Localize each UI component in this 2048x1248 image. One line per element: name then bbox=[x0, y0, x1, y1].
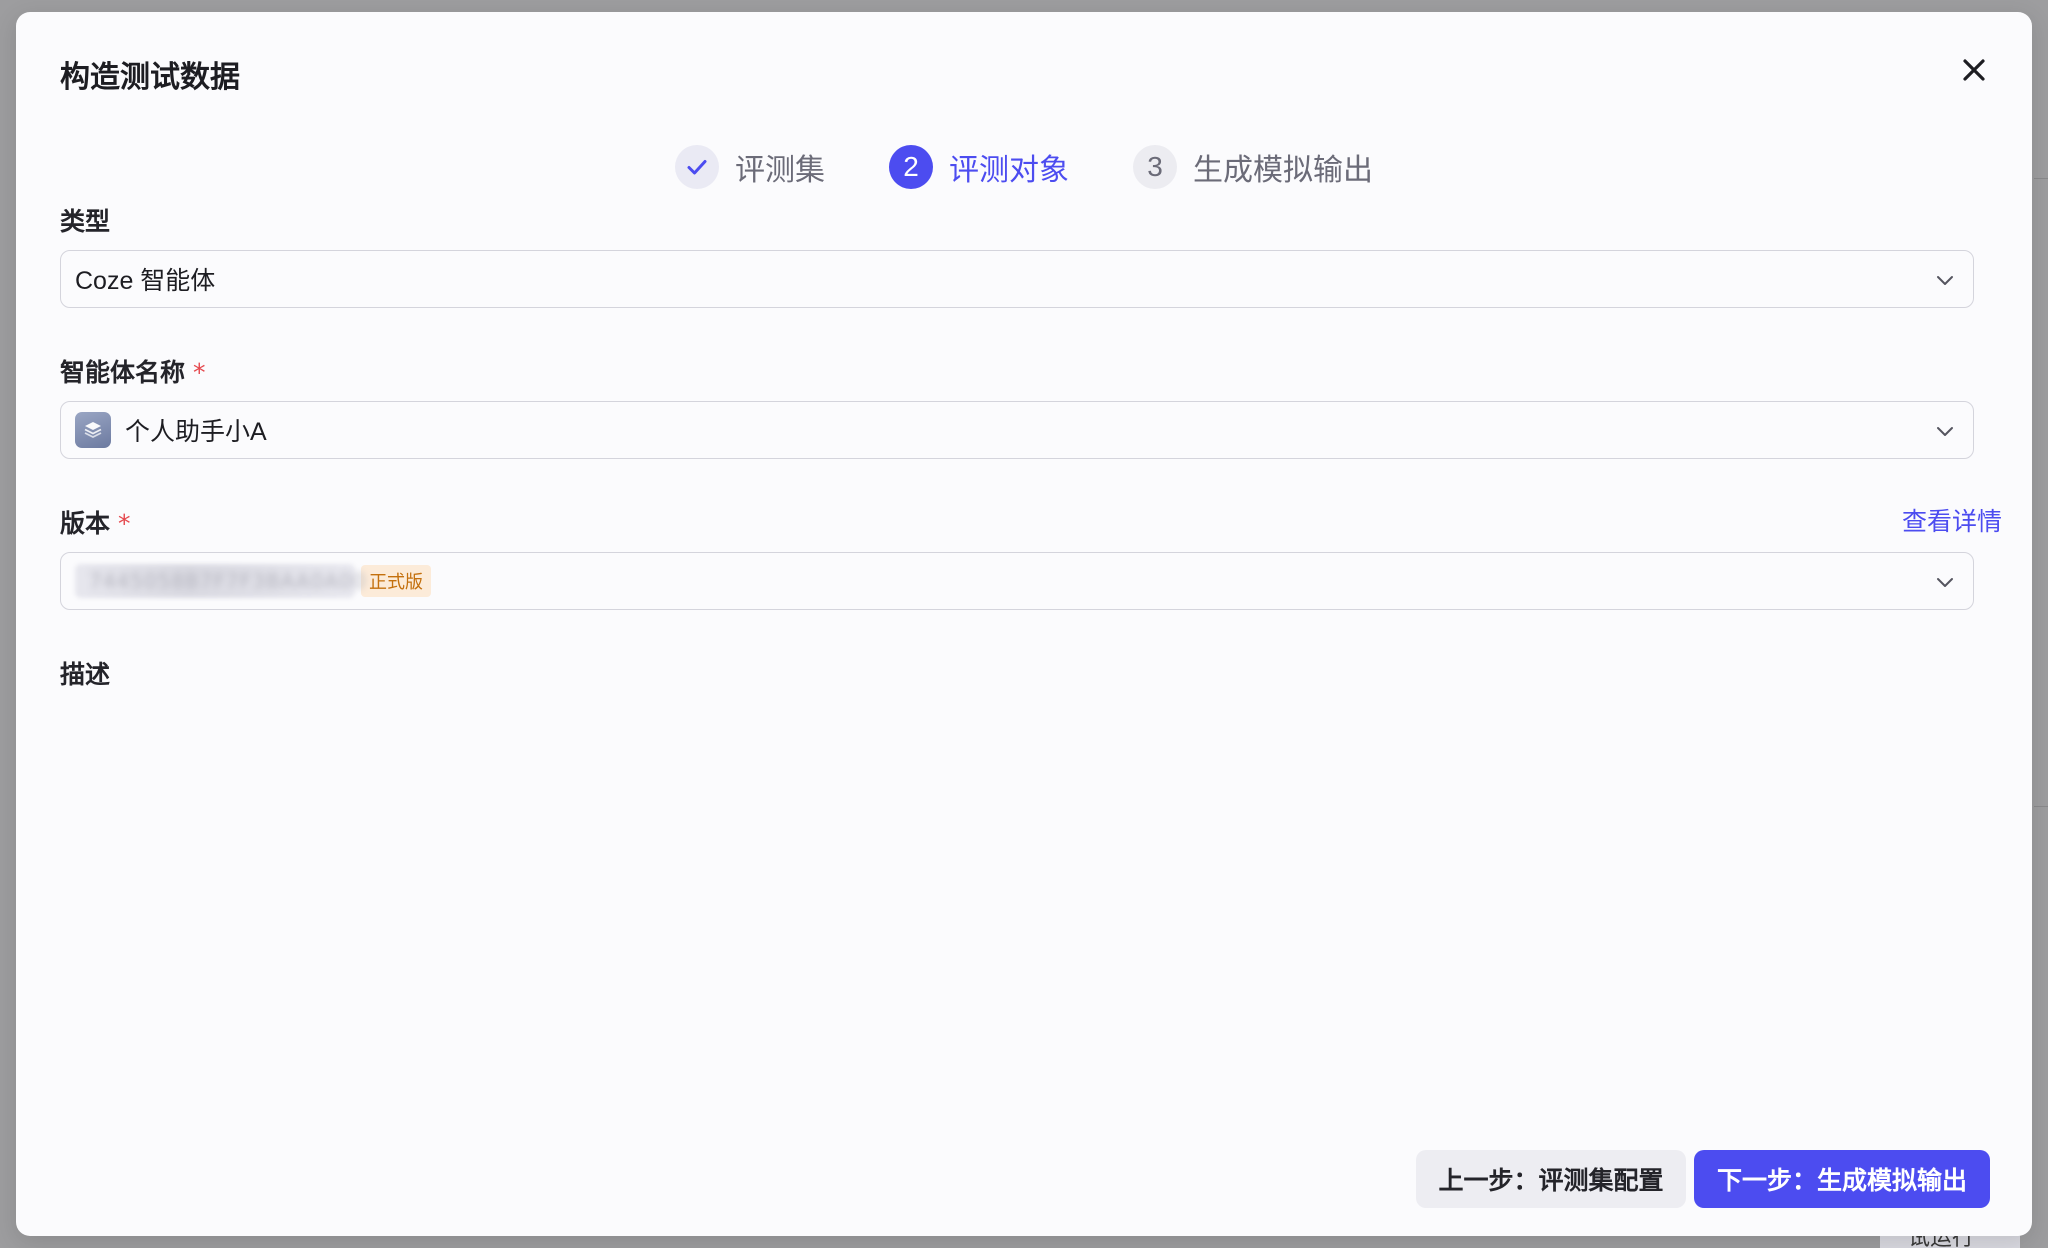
step-done-marker bbox=[675, 145, 719, 189]
step-dataset[interactable]: 评测集 bbox=[675, 145, 825, 189]
required-mark: * bbox=[193, 358, 206, 387]
type-select-value: Coze 智能体 bbox=[75, 267, 216, 295]
agent-name-label: 智能体名称 * bbox=[60, 353, 206, 389]
agent-name-select-value: 个人助手小A bbox=[125, 418, 267, 446]
view-details-link[interactable]: 查看详情 bbox=[1902, 502, 2002, 538]
description-label-text: 描述 bbox=[60, 660, 111, 689]
check-icon bbox=[687, 160, 707, 175]
required-mark: * bbox=[118, 509, 131, 538]
step-number: 2 bbox=[889, 145, 933, 189]
construct-test-data-modal: 构造测试数据 评测集 2 评测对象 3 生成模拟输出 类型 Coze 智能体 智… bbox=[16, 12, 2032, 1236]
type-label-text: 类型 bbox=[60, 207, 111, 236]
background-divider bbox=[2034, 178, 2048, 179]
chevron-down-icon bbox=[1937, 427, 1953, 436]
close-icon bbox=[1963, 59, 1985, 81]
chevron-down-icon bbox=[1937, 578, 1953, 587]
next-step-button[interactable]: 下一步：生成模拟输出 bbox=[1694, 1150, 1990, 1208]
version-label-text: 版本 bbox=[60, 509, 111, 538]
version-label: 版本 * bbox=[60, 504, 131, 540]
version-value-text: 7445058B7F7F3BAA0A00 bbox=[89, 569, 367, 593]
modal-title: 构造测试数据 bbox=[60, 60, 240, 95]
background-divider bbox=[2034, 806, 2048, 807]
close-button[interactable] bbox=[1954, 50, 1994, 90]
step-generate-output[interactable]: 3 生成模拟输出 bbox=[1133, 145, 1373, 189]
agent-avatar-icon bbox=[75, 412, 111, 448]
release-badge: 正式版 bbox=[361, 565, 431, 597]
step-label: 评测对象 bbox=[949, 153, 1069, 188]
version-value-obscured: 7445058B7F7F3BAA0A00 bbox=[75, 564, 365, 598]
step-number: 3 bbox=[1133, 145, 1177, 189]
step-label: 评测集 bbox=[735, 153, 825, 188]
agent-name-label-text: 智能体名称 bbox=[60, 358, 186, 387]
chevron-down-icon bbox=[1937, 276, 1953, 285]
agent-name-select[interactable]: 个人助手小A bbox=[60, 401, 1974, 459]
type-select[interactable]: Coze 智能体 bbox=[60, 250, 1974, 308]
step-label: 生成模拟输出 bbox=[1193, 153, 1373, 188]
stepper: 评测集 2 评测对象 3 生成模拟输出 bbox=[16, 142, 2032, 192]
version-select[interactable]: 7445058B7F7F3BAA0A00 正式版 bbox=[60, 552, 1974, 610]
description-label: 描述 bbox=[60, 655, 110, 691]
step-eval-target[interactable]: 2 评测对象 bbox=[889, 145, 1069, 189]
previous-step-button[interactable]: 上一步：评测集配置 bbox=[1416, 1150, 1686, 1208]
type-label: 类型 bbox=[60, 202, 110, 238]
